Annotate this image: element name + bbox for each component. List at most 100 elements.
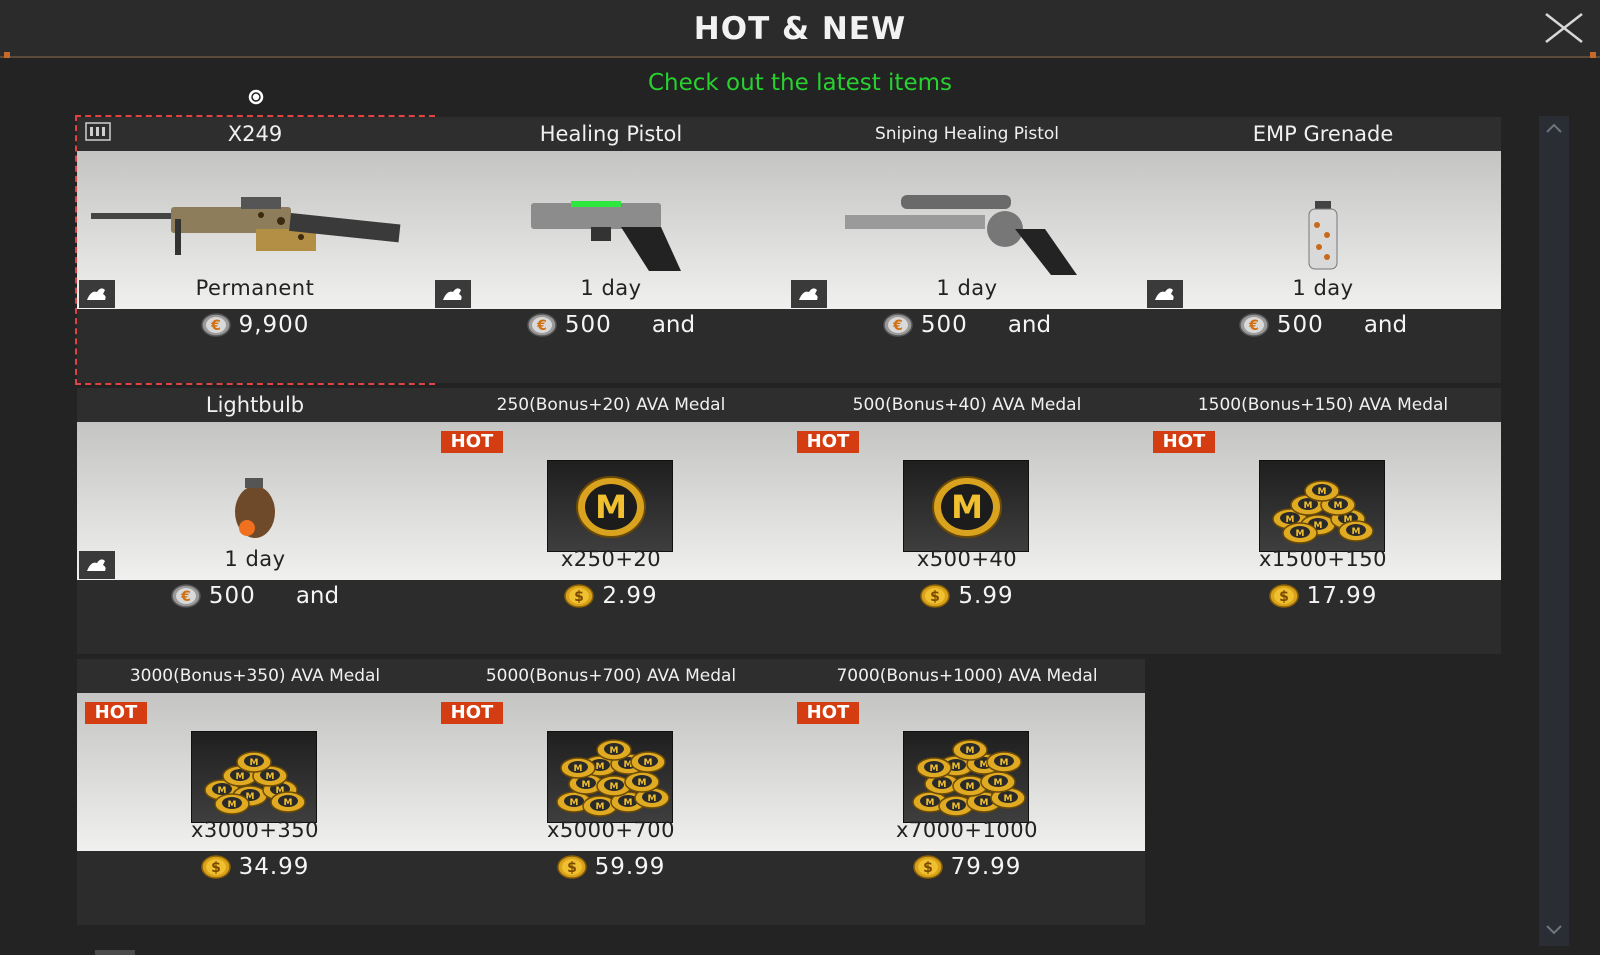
item-name: 500(Bonus+40) AVA Medal bbox=[789, 388, 1145, 422]
svg-text:€: € bbox=[892, 318, 903, 334]
title-bar: HOT & NEW bbox=[0, 0, 1600, 58]
item-duration: 1 day bbox=[580, 276, 642, 300]
item-preview: M M M M M M M M M M M M HOT x7000+1000 bbox=[789, 693, 1145, 851]
medal-box: MMMMMMMMMMMM bbox=[903, 731, 1029, 823]
item-card[interactable]: 5000(Bonus+700) AVA Medal M M M M M M M M M M M M HOT… bbox=[433, 659, 789, 925]
svg-text:M: M bbox=[582, 780, 591, 790]
svg-text:M: M bbox=[610, 746, 619, 756]
euro-coin-icon: € bbox=[1239, 312, 1269, 337]
svg-text:M: M bbox=[930, 764, 939, 774]
item-price: 34.99 bbox=[238, 853, 310, 880]
dollar-coin-icon: $ bbox=[200, 854, 231, 879]
hot-badge: HOT bbox=[85, 702, 147, 724]
item-name: Sniping Healing Pistol bbox=[789, 117, 1145, 151]
item-duration: x1500+150 bbox=[1258, 547, 1388, 571]
cursor-icon bbox=[247, 88, 265, 106]
and-label: and bbox=[651, 311, 696, 338]
svg-text:M: M bbox=[595, 488, 627, 526]
item-card[interactable]: 7000(Bonus+1000) AVA Medal M M M M M M M M M M M M HO… bbox=[789, 659, 1145, 925]
svg-text:M: M bbox=[624, 798, 633, 808]
close-x-icon bbox=[1545, 13, 1583, 43]
item-image bbox=[91, 197, 401, 255]
item-price: 500 bbox=[208, 582, 256, 609]
scrollbar[interactable] bbox=[1539, 116, 1569, 946]
item-card[interactable]: 1500(Bonus+150) AVA Medal M M M M M M M M HOT x150… bbox=[1145, 388, 1501, 654]
item-preview: M HOT x250+20 bbox=[433, 422, 789, 580]
svg-text:M: M bbox=[966, 746, 975, 756]
item-preview: M M M M M M M M HOT x3000+350 bbox=[77, 693, 433, 851]
and-label: and bbox=[1007, 311, 1052, 338]
price-row: $17.99 bbox=[1145, 582, 1501, 618]
svg-text:M: M bbox=[228, 800, 237, 810]
item-card[interactable]: 500(Bonus+40) AVA Medal M HOT x500+40 $5.99 bbox=[789, 388, 1145, 654]
svg-text:M: M bbox=[1318, 487, 1327, 497]
svg-text:M: M bbox=[596, 802, 605, 812]
svg-text:M: M bbox=[1352, 527, 1361, 537]
item-card[interactable]: 250(Bonus+20) AVA Medal M HOT x250+20 $2.99 bbox=[433, 388, 789, 654]
price-row: €500 and bbox=[789, 311, 1145, 347]
chevron-down-icon[interactable] bbox=[1545, 924, 1563, 936]
item-preview: M HOT x500+40 bbox=[789, 422, 1145, 580]
item-name: Healing Pistol bbox=[433, 117, 789, 151]
svg-text:M: M bbox=[266, 772, 275, 782]
item-duration: 1 day bbox=[936, 276, 998, 300]
item-name: 7000(Bonus+1000) AVA Medal bbox=[789, 659, 1145, 693]
item-card[interactable]: X249 Permanent €9,900 bbox=[75, 115, 435, 385]
item-price: 5.99 bbox=[958, 582, 1014, 609]
item-duration: 1 day bbox=[224, 547, 286, 571]
svg-text:M: M bbox=[966, 782, 975, 792]
item-name: 1500(Bonus+150) AVA Medal bbox=[1145, 388, 1501, 422]
svg-text:€: € bbox=[210, 318, 221, 334]
dollar-coin-icon: $ bbox=[912, 854, 943, 879]
bundle-icon bbox=[85, 122, 111, 141]
svg-text:M: M bbox=[951, 488, 983, 526]
euro-coin-icon: € bbox=[883, 312, 913, 337]
medal-box: MMMMMMMM bbox=[191, 731, 317, 823]
svg-text:M: M bbox=[236, 772, 245, 782]
hot-and-new-window: HOT & NEW Check out the latest items X24… bbox=[0, 0, 1600, 955]
item-price: 500 bbox=[1276, 311, 1324, 338]
price-row: $34.99 bbox=[77, 853, 433, 889]
svg-text:$: $ bbox=[575, 589, 585, 605]
svg-text:$: $ bbox=[567, 860, 577, 876]
item-price: 17.99 bbox=[1306, 582, 1378, 609]
svg-text:€: € bbox=[1248, 318, 1259, 334]
svg-text:M: M bbox=[1000, 758, 1009, 768]
item-card[interactable]: Healing Pistol 1 day €500 and bbox=[433, 117, 789, 383]
item-preview: 1 day bbox=[77, 422, 433, 580]
medal-box: M bbox=[547, 460, 673, 552]
item-card[interactable]: EMP Grenade 1 day €500 and bbox=[1145, 117, 1501, 383]
item-preview: M M M M M M M M HOT x1500+150 bbox=[1145, 422, 1501, 580]
hot-badge: HOT bbox=[441, 431, 503, 453]
item-price: 500 bbox=[564, 311, 612, 338]
price-row: $2.99 bbox=[433, 582, 789, 618]
item-preview: M M M M M M M M M M M M HOT x5000+700 bbox=[433, 693, 789, 851]
corner-accent bbox=[4, 52, 10, 58]
medal-pile-icon: M M M MM M MM MMMM bbox=[556, 739, 670, 817]
item-duration: 1 day bbox=[1292, 276, 1354, 300]
svg-text:M: M bbox=[1004, 794, 1013, 804]
item-name: 5000(Bonus+700) AVA Medal bbox=[433, 659, 789, 693]
item-name: 250(Bonus+20) AVA Medal bbox=[433, 388, 789, 422]
svg-text:M: M bbox=[648, 794, 657, 804]
svg-text:M: M bbox=[952, 802, 961, 812]
item-preview: 1 day bbox=[1145, 151, 1501, 309]
item-card[interactable]: 3000(Bonus+350) AVA Medal M M M M M M M M HOT x300… bbox=[77, 659, 433, 925]
item-preview: 1 day bbox=[789, 151, 1145, 309]
item-image bbox=[235, 478, 275, 538]
dollar-coin-icon: $ bbox=[920, 583, 951, 608]
euro-coin-icon: € bbox=[200, 312, 231, 337]
chevron-up-icon[interactable] bbox=[1545, 122, 1563, 134]
item-price: 59.99 bbox=[594, 853, 666, 880]
medal-box: MMMMMMMMMMMM bbox=[547, 731, 673, 823]
bottom-tab bbox=[95, 950, 135, 955]
close-button[interactable] bbox=[1542, 10, 1586, 46]
subtitle: Check out the latest items bbox=[647, 70, 952, 96]
item-price: 9,900 bbox=[238, 311, 310, 338]
svg-text:M: M bbox=[938, 780, 947, 790]
medal-pile-icon: M M M MM M MM MMMM bbox=[912, 739, 1026, 817]
svg-text:M: M bbox=[574, 764, 583, 774]
item-duration: x5000+700 bbox=[546, 818, 676, 842]
item-card[interactable]: Lightbulb 1 day €500 and bbox=[77, 388, 433, 654]
item-card[interactable]: Sniping Healing Pistol 1 day €500 and bbox=[789, 117, 1145, 383]
